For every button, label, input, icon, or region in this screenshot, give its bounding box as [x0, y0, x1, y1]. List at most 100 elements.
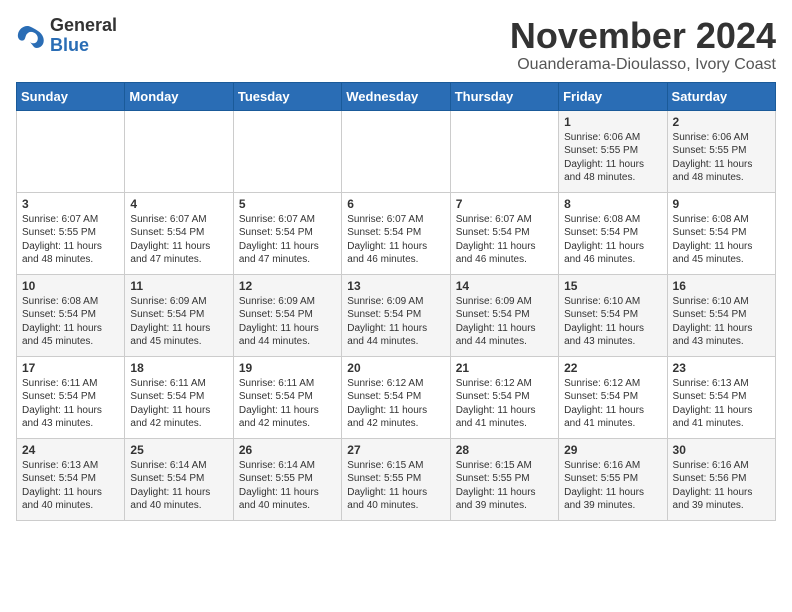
day-number: 23 — [673, 361, 770, 375]
day-info: Sunrise: 6:15 AM Sunset: 5:55 PM Dayligh… — [347, 459, 444, 513]
day-number: 28 — [456, 443, 553, 457]
calendar-cell: 5 Sunrise: 6:07 AM Sunset: 5:54 PM Daylig… — [233, 192, 341, 274]
day-number: 6 — [347, 197, 444, 211]
day-info: Sunrise: 6:08 AM Sunset: 5:54 PM Dayligh… — [22, 295, 119, 349]
calendar-cell: 3 Sunrise: 6:07 AM Sunset: 5:55 PM Daylig… — [17, 192, 125, 274]
calendar-cell — [125, 110, 233, 192]
day-info: Sunrise: 6:07 AM Sunset: 5:54 PM Dayligh… — [456, 213, 553, 267]
month-title: November 2024 — [510, 16, 776, 56]
day-info: Sunrise: 6:06 AM Sunset: 5:55 PM Dayligh… — [673, 131, 770, 185]
day-number: 10 — [22, 279, 119, 293]
day-info: Sunrise: 6:12 AM Sunset: 5:54 PM Dayligh… — [456, 377, 553, 431]
day-info: Sunrise: 6:07 AM Sunset: 5:54 PM Dayligh… — [239, 213, 336, 267]
day-number: 26 — [239, 443, 336, 457]
calendar-cell — [342, 110, 450, 192]
calendar-week-row: 24Sunrise: 6:13 AM Sunset: 5:54 PM Dayli… — [17, 438, 776, 520]
calendar-week-row: 10 Sunrise: 6:08 AM Sunset: 5:54 PM Dayli… — [17, 274, 776, 356]
calendar-cell: 27 Sunrise: 6:15 AM Sunset: 5:55 PM Dayli… — [342, 438, 450, 520]
day-info: Sunrise: 6:12 AM Sunset: 5:54 PM Dayligh… — [347, 377, 444, 431]
day-number: 18 — [130, 361, 227, 375]
calendar-cell: 14 Sunrise: 6:09 AM Sunset: 5:54 PM Dayli… — [450, 274, 558, 356]
day-number: 5 — [239, 197, 336, 211]
calendar-week-row: 17Sunrise: 6:11 AM Sunset: 5:54 PM Dayli… — [17, 356, 776, 438]
calendar-cell: 16 Sunrise: 6:10 AM Sunset: 5:54 PM Dayli… — [667, 274, 775, 356]
weekday-header: Sunday — [17, 82, 125, 110]
calendar-cell: 15 Sunrise: 6:10 AM Sunset: 5:54 PM Dayli… — [559, 274, 667, 356]
day-info: Sunrise: 6:11 AM Sunset: 5:54 PM Dayligh… — [239, 377, 336, 431]
calendar-cell: 8 Sunrise: 6:08 AM Sunset: 5:54 PM Daylig… — [559, 192, 667, 274]
calendar-cell — [450, 110, 558, 192]
day-number: 30 — [673, 443, 770, 457]
calendar-cell: 12 Sunrise: 6:09 AM Sunset: 5:54 PM Dayli… — [233, 274, 341, 356]
day-info: Sunrise: 6:08 AM Sunset: 5:54 PM Dayligh… — [673, 213, 770, 267]
day-number: 4 — [130, 197, 227, 211]
day-info: Sunrise: 6:16 AM Sunset: 5:55 PM Dayligh… — [564, 459, 661, 513]
day-number: 7 — [456, 197, 553, 211]
day-info: Sunrise: 6:16 AM Sunset: 5:56 PM Dayligh… — [673, 459, 770, 513]
title-block: November 2024 Ouanderama-Dioulasso, Ivor… — [510, 16, 776, 74]
calendar-table: SundayMondayTuesdayWednesdayThursdayFrid… — [16, 82, 776, 521]
day-number: 2 — [673, 115, 770, 129]
day-info: Sunrise: 6:14 AM Sunset: 5:54 PM Dayligh… — [130, 459, 227, 513]
day-info: Sunrise: 6:13 AM Sunset: 5:54 PM Dayligh… — [673, 377, 770, 431]
day-info: Sunrise: 6:12 AM Sunset: 5:54 PM Dayligh… — [564, 377, 661, 431]
calendar-cell — [233, 110, 341, 192]
calendar-cell: 1Sunrise: 6:06 AM Sunset: 5:55 PM Daylig… — [559, 110, 667, 192]
day-number: 11 — [130, 279, 227, 293]
calendar-cell: 7 Sunrise: 6:07 AM Sunset: 5:54 PM Daylig… — [450, 192, 558, 274]
day-number: 8 — [564, 197, 661, 211]
calendar-cell: 13Sunrise: 6:09 AM Sunset: 5:54 PM Dayli… — [342, 274, 450, 356]
calendar-cell: 18 Sunrise: 6:11 AM Sunset: 5:54 PM Dayli… — [125, 356, 233, 438]
day-number: 15 — [564, 279, 661, 293]
calendar-cell: 23 Sunrise: 6:13 AM Sunset: 5:54 PM Dayli… — [667, 356, 775, 438]
day-number: 25 — [130, 443, 227, 457]
day-info: Sunrise: 6:07 AM Sunset: 5:54 PM Dayligh… — [347, 213, 444, 267]
calendar-cell: 21Sunrise: 6:12 AM Sunset: 5:54 PM Dayli… — [450, 356, 558, 438]
day-info: Sunrise: 6:09 AM Sunset: 5:54 PM Dayligh… — [130, 295, 227, 349]
calendar-week-row: 1Sunrise: 6:06 AM Sunset: 5:55 PM Daylig… — [17, 110, 776, 192]
day-number: 29 — [564, 443, 661, 457]
calendar-cell: 2 Sunrise: 6:06 AM Sunset: 5:55 PM Daylig… — [667, 110, 775, 192]
weekday-header: Friday — [559, 82, 667, 110]
day-info: Sunrise: 6:09 AM Sunset: 5:54 PM Dayligh… — [239, 295, 336, 349]
calendar-cell: 6 Sunrise: 6:07 AM Sunset: 5:54 PM Daylig… — [342, 192, 450, 274]
day-info: Sunrise: 6:10 AM Sunset: 5:54 PM Dayligh… — [564, 295, 661, 349]
weekday-header: Saturday — [667, 82, 775, 110]
calendar-cell: 28 Sunrise: 6:15 AM Sunset: 5:55 PM Dayli… — [450, 438, 558, 520]
day-info: Sunrise: 6:11 AM Sunset: 5:54 PM Dayligh… — [130, 377, 227, 431]
calendar-cell: 10 Sunrise: 6:08 AM Sunset: 5:54 PM Dayli… — [17, 274, 125, 356]
calendar-cell: 4Sunrise: 6:07 AM Sunset: 5:54 PM Daylig… — [125, 192, 233, 274]
calendar-cell: 19Sunrise: 6:11 AM Sunset: 5:54 PM Dayli… — [233, 356, 341, 438]
calendar-cell: 29 Sunrise: 6:16 AM Sunset: 5:55 PM Dayli… — [559, 438, 667, 520]
day-number: 16 — [673, 279, 770, 293]
weekday-header: Monday — [125, 82, 233, 110]
day-number: 3 — [22, 197, 119, 211]
page-header: General Blue November 2024 Ouanderama-Di… — [16, 16, 776, 74]
calendar-week-row: 3 Sunrise: 6:07 AM Sunset: 5:55 PM Daylig… — [17, 192, 776, 274]
location-title: Ouanderama-Dioulasso, Ivory Coast — [510, 56, 776, 74]
day-info: Sunrise: 6:09 AM Sunset: 5:54 PM Dayligh… — [456, 295, 553, 349]
day-info: Sunrise: 6:07 AM Sunset: 5:55 PM Dayligh… — [22, 213, 119, 267]
calendar-cell: 22 Sunrise: 6:12 AM Sunset: 5:54 PM Dayli… — [559, 356, 667, 438]
calendar-cell: 20 Sunrise: 6:12 AM Sunset: 5:54 PM Dayli… — [342, 356, 450, 438]
day-info: Sunrise: 6:14 AM Sunset: 5:55 PM Dayligh… — [239, 459, 336, 513]
calendar-cell: 9Sunrise: 6:08 AM Sunset: 5:54 PM Daylig… — [667, 192, 775, 274]
day-number: 24 — [22, 443, 119, 457]
day-number: 12 — [239, 279, 336, 293]
day-number: 20 — [347, 361, 444, 375]
calendar-header-row: SundayMondayTuesdayWednesdayThursdayFrid… — [17, 82, 776, 110]
weekday-header: Wednesday — [342, 82, 450, 110]
calendar-cell: 11 Sunrise: 6:09 AM Sunset: 5:54 PM Dayli… — [125, 274, 233, 356]
day-number: 27 — [347, 443, 444, 457]
logo: General Blue — [16, 16, 117, 56]
day-number: 14 — [456, 279, 553, 293]
calendar-cell: 17Sunrise: 6:11 AM Sunset: 5:54 PM Dayli… — [17, 356, 125, 438]
calendar-cell: 26 Sunrise: 6:14 AM Sunset: 5:55 PM Dayli… — [233, 438, 341, 520]
logo-icon — [16, 22, 46, 50]
day-info: Sunrise: 6:08 AM Sunset: 5:54 PM Dayligh… — [564, 213, 661, 267]
day-number: 22 — [564, 361, 661, 375]
weekday-header: Thursday — [450, 82, 558, 110]
day-info: Sunrise: 6:15 AM Sunset: 5:55 PM Dayligh… — [456, 459, 553, 513]
day-info: Sunrise: 6:10 AM Sunset: 5:54 PM Dayligh… — [673, 295, 770, 349]
calendar-cell: 30 Sunrise: 6:16 AM Sunset: 5:56 PM Dayli… — [667, 438, 775, 520]
